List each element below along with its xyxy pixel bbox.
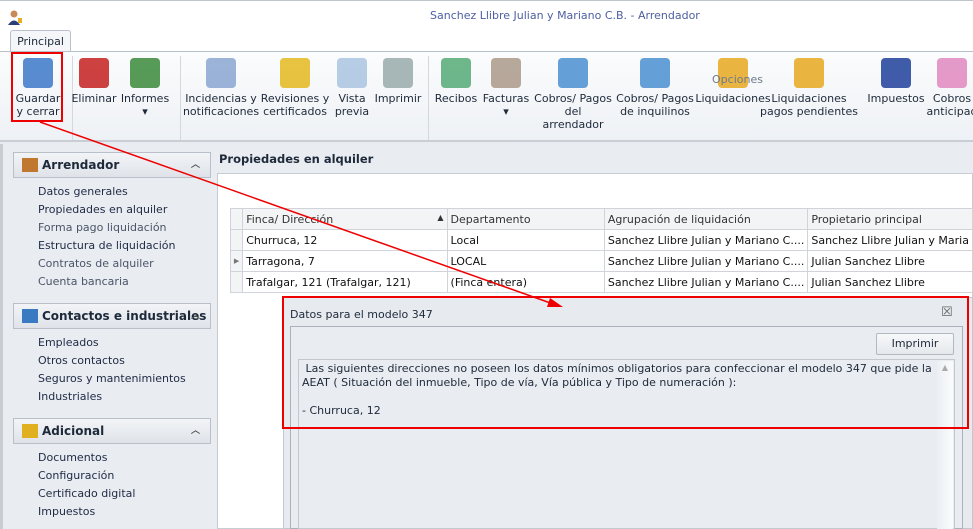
table-row[interactable]: Trafalgar, 121 (Trafalgar, 121) (Finca en… — [229, 271, 973, 293]
sidebar-group-header[interactable]: Arrendador ︿ — [13, 152, 211, 178]
table-cell[interactable]: LOCAL — [446, 250, 605, 272]
sidebar-item[interactable]: Propiedades en alquiler — [38, 203, 167, 216]
calculator-icon — [558, 58, 588, 88]
ribbon-button-incidents[interactable]: Incidencias y notificaciones — [181, 58, 261, 118]
ribbon-button-invoice[interactable]: Facturas ▾ — [481, 58, 531, 118]
table-cell[interactable]: Sanchez Llibre Julian y Mariano C.... — [603, 229, 809, 251]
sidebar-item[interactable]: Certificado digital — [38, 487, 135, 500]
row-indicator — [229, 229, 244, 251]
sidebar-group-header[interactable]: Adicional ︿ — [13, 418, 211, 444]
ribbon-button-receipt[interactable]: Recibos — [431, 58, 481, 105]
ribbon-button-bell[interactable]: Revisiones y certificados — [260, 58, 330, 118]
column-header[interactable]: Agrupación de liquidación — [603, 208, 809, 230]
table-cell[interactable]: Julian Sanchez Llibre — [807, 250, 973, 272]
highlight-box — [11, 52, 63, 122]
table-cell[interactable]: (Finca entera) — [446, 271, 605, 293]
column-header[interactable]: Finca/ Dirección ▲ — [242, 208, 448, 230]
table-row[interactable]: Churruca, 12 Local Sanchez Llibre Julian y… — [229, 229, 973, 251]
ribbon-button-printer[interactable]: Imprimir — [373, 58, 423, 105]
ribbon-button-settlement-pending[interactable]: Liquidaciones pagos pendientes — [759, 58, 859, 118]
table-cell[interactable]: Sanchez Llibre Julian y Mariano C.... — [603, 271, 809, 293]
row-header-corner — [229, 208, 244, 230]
table-header-row: Finca/ Dirección ▲ Departamento Agrupació… — [229, 208, 973, 230]
sidebar-item[interactable]: Documentos — [38, 451, 107, 464]
piggy-bank-icon — [937, 58, 967, 88]
receipt-icon — [441, 58, 471, 88]
column-header[interactable]: Departamento — [446, 208, 605, 230]
tax-agency-icon — [881, 58, 911, 88]
ribbon-separator — [428, 56, 429, 140]
printer-icon — [383, 58, 413, 88]
settlement-pending-icon — [794, 58, 824, 88]
chevron-up-icon[interactable]: ︿ — [191, 304, 200, 328]
ribbon-button-piggy-bank[interactable]: Cobros anticipad — [922, 58, 973, 118]
sidebar-item[interactable]: Contratos de alquiler — [38, 257, 154, 270]
sidebar-item[interactable]: Industriales — [38, 390, 102, 403]
ribbon-button-calculator[interactable]: Cobros/ Pagos del arrendador — [533, 58, 613, 131]
table-cell[interactable]: Tarragona, 7 — [242, 250, 448, 272]
invoice-icon — [491, 58, 521, 88]
exit-door-icon — [22, 158, 38, 172]
title-bar: Sanchez Llibre Julian y Mariano C.B. - A… — [0, 0, 973, 52]
highlight-box — [282, 296, 969, 429]
sidebar-item[interactable]: Datos generales — [38, 185, 128, 198]
table-row[interactable]: ▶ Tarragona, 7 LOCAL Sanchez Llibre Julian … — [229, 250, 973, 272]
table-cell[interactable]: Churruca, 12 — [242, 229, 448, 251]
sidebar-item[interactable]: Empleados — [38, 336, 99, 349]
sidebar-item[interactable]: Cuenta bancaria — [38, 275, 129, 288]
database-icon — [22, 424, 38, 438]
sidebar-item[interactable]: Impuestos — [38, 505, 95, 518]
window-title: Sanchez Llibre Julian y Mariano C.B. - A… — [430, 9, 700, 22]
ribbon-button-preview[interactable]: Vista previa — [332, 58, 372, 118]
page-title: Propiedades en alquiler — [219, 152, 374, 166]
table-cell[interactable]: Local — [446, 229, 605, 251]
sidebar-group-header[interactable]: Contactos e industriales ︿ — [13, 303, 211, 329]
sidebar-item[interactable]: Otros contactos — [38, 354, 125, 367]
contacts-icon — [22, 309, 38, 323]
delete-icon — [79, 58, 109, 88]
preview-icon — [337, 58, 367, 88]
report-icon — [130, 58, 160, 88]
sidebar-item[interactable]: Seguros y mantenimientos — [38, 372, 186, 385]
sidebar-item[interactable]: Estructura de liquidación — [38, 239, 175, 252]
chevron-up-icon[interactable]: ︿ — [191, 153, 200, 177]
sidebar-item[interactable]: Configuración — [38, 469, 114, 482]
ribbon-group-label: Opciones — [712, 73, 763, 86]
bell-icon — [280, 58, 310, 88]
ribbon-button-calculator-person[interactable]: Cobros/ Pagos de inquilinos — [615, 58, 695, 118]
row-indicator — [229, 271, 244, 293]
table-cell[interactable]: Trafalgar, 121 (Trafalgar, 121) — [242, 271, 448, 293]
tab-principal[interactable]: Principal — [10, 30, 71, 52]
incidents-icon — [206, 58, 236, 88]
calculator-person-icon — [640, 58, 670, 88]
ribbon-button-report[interactable]: Informes ▾ — [120, 58, 170, 118]
table-cell[interactable]: Julian Sanchez Llibre — [807, 271, 973, 293]
table-cell[interactable]: Sanchez Llibre Julian y Mariano C.... — [603, 250, 809, 272]
chevron-up-icon[interactable]: ︿ — [191, 419, 200, 443]
ribbon-button-tax-agency[interactable]: Impuestos — [866, 58, 926, 105]
row-indicator: ▶ — [229, 250, 244, 272]
sort-asc-icon: ▲ — [437, 212, 444, 222]
table-cell[interactable]: Sanchez Llibre Julian y Maria — [807, 229, 973, 251]
properties-table: Finca/ Dirección ▲ Departamento Agrupació… — [229, 208, 973, 293]
column-header[interactable]: Propietario principal — [807, 208, 973, 230]
ribbon-button-delete[interactable]: Eliminar — [69, 58, 119, 105]
sidebar-item[interactable]: Forma pago liquidación — [38, 221, 167, 234]
